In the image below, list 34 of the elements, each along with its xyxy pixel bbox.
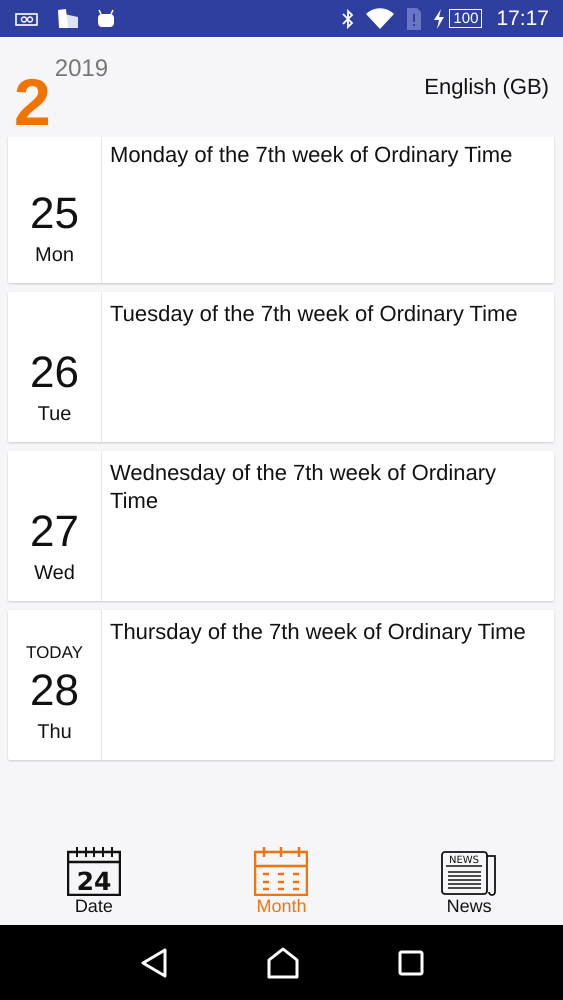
android-icon: [96, 8, 116, 28]
charging-icon: [433, 8, 446, 28]
back-button[interactable]: [140, 948, 168, 978]
day-card[interactable]: 25 Mon Monday of the 7th week of Ordinary Time: [8, 137, 554, 283]
sim-alert-icon: [405, 6, 424, 30]
day-card[interactable]: 27 Wed Wednesday of the 7th week of Ordinary Time: [8, 451, 554, 601]
day-title: Tuesday of the 7th week of Ordinary Time: [109, 300, 519, 328]
bluetooth-icon: [341, 8, 356, 30]
home-button[interactable]: [266, 946, 298, 978]
wifi-icon: [365, 8, 396, 30]
month-number: 2: [14, 69, 51, 135]
day-card[interactable]: TODAY 28 Thu Thursday of the 7th week of Ordinary Time: [8, 610, 554, 760]
day-number: 26: [30, 348, 79, 397]
day-title: Monday of the 7th week of Ordinary Time: [109, 141, 514, 169]
nav-tab[interactable]: NEWS News: [409, 850, 530, 917]
nav-tab[interactable]: 24 Date: [34, 846, 154, 917]
day-number: 25: [30, 190, 79, 238]
weekday-label: Thu: [37, 721, 72, 744]
clock: 17:17: [496, 6, 549, 30]
calendar-month-icon: [254, 846, 308, 896]
day-title: Wednesday of the 7th week of Ordinary Time: [109, 459, 498, 515]
weekday-label: Wed: [34, 562, 75, 585]
weekday-label: Mon: [35, 244, 74, 267]
recents-button[interactable]: [398, 950, 424, 976]
year-label: 2019: [54, 55, 108, 83]
weekday-label: Tue: [38, 403, 72, 426]
battery-level: 100: [449, 9, 482, 28]
language-selector[interactable]: English (GB): [424, 74, 549, 100]
day-card[interactable]: 26 Tue Tuesday of the 7th week of Ordinary Time: [8, 292, 554, 442]
today-label: TODAY: [26, 642, 83, 663]
cards-icon: [56, 8, 80, 30]
day-number: 28: [30, 666, 79, 715]
day-title: Thursday of the 7th week of Ordinary Time: [109, 618, 527, 646]
day-number: 27: [30, 508, 79, 556]
